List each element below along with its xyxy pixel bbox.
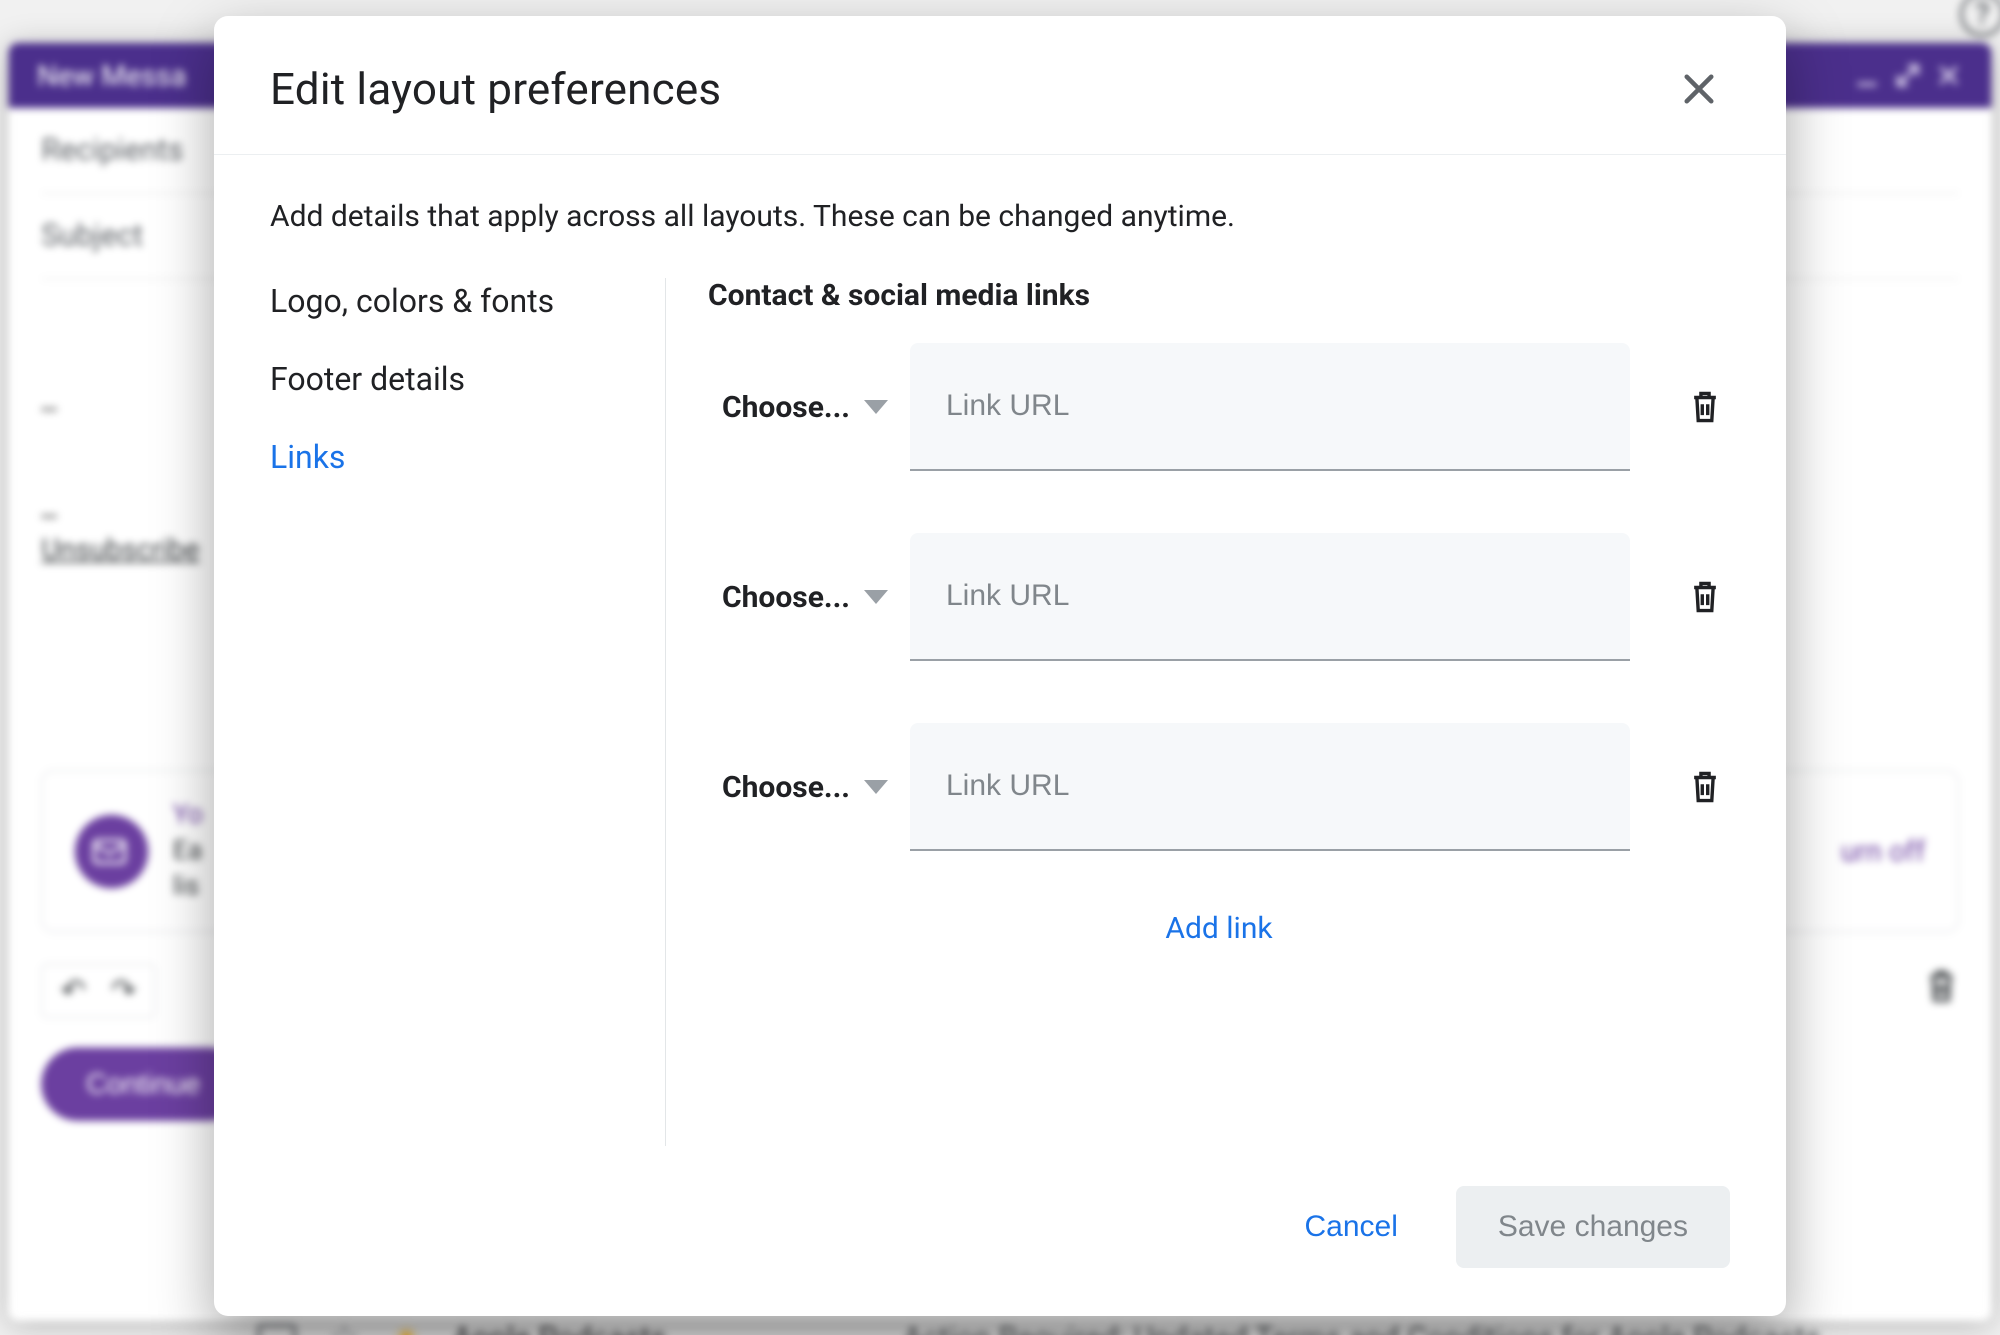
link-row: Choose... [708, 533, 1730, 661]
dialog-footer: Cancel Save changes [214, 1146, 1786, 1316]
link-type-dropdown[interactable]: Choose... [708, 580, 888, 615]
link-url-input[interactable] [910, 343, 1630, 471]
dialog-intro: Add details that apply across all layout… [270, 199, 1730, 234]
nav-links[interactable]: Links [270, 438, 665, 476]
delete-link-icon[interactable] [1680, 382, 1730, 432]
nav-footer-details[interactable]: Footer details [270, 360, 665, 398]
link-type-dropdown[interactable]: Choose... [708, 390, 888, 425]
link-row: Choose... [708, 343, 1730, 471]
nav-logo-colors-fonts[interactable]: Logo, colors & fonts [270, 282, 665, 320]
link-type-dropdown[interactable]: Choose... [708, 770, 888, 805]
delete-link-icon[interactable] [1680, 572, 1730, 622]
close-icon[interactable] [1668, 58, 1730, 120]
dialog-sidenav: Logo, colors & fonts Footer details Link… [270, 278, 666, 1146]
save-changes-button[interactable]: Save changes [1456, 1186, 1730, 1268]
dialog-header: Edit layout preferences [214, 16, 1786, 155]
dialog-scrim: Edit layout preferences Add details that… [0, 0, 2000, 1335]
cancel-button[interactable]: Cancel [1286, 1196, 1415, 1258]
link-row: Choose... [708, 723, 1730, 851]
add-link-button[interactable]: Add link [708, 911, 1730, 946]
link-url-input[interactable] [910, 723, 1630, 851]
chevron-down-icon [864, 590, 888, 604]
links-panel: Contact & social media links Choose... [666, 278, 1730, 1146]
links-heading: Contact & social media links [708, 278, 1730, 313]
layout-preferences-dialog: Edit layout preferences Add details that… [214, 16, 1786, 1316]
delete-link-icon[interactable] [1680, 762, 1730, 812]
dialog-title: Edit layout preferences [270, 63, 1668, 115]
chevron-down-icon [864, 780, 888, 794]
chevron-down-icon [864, 400, 888, 414]
link-url-input[interactable] [910, 533, 1630, 661]
